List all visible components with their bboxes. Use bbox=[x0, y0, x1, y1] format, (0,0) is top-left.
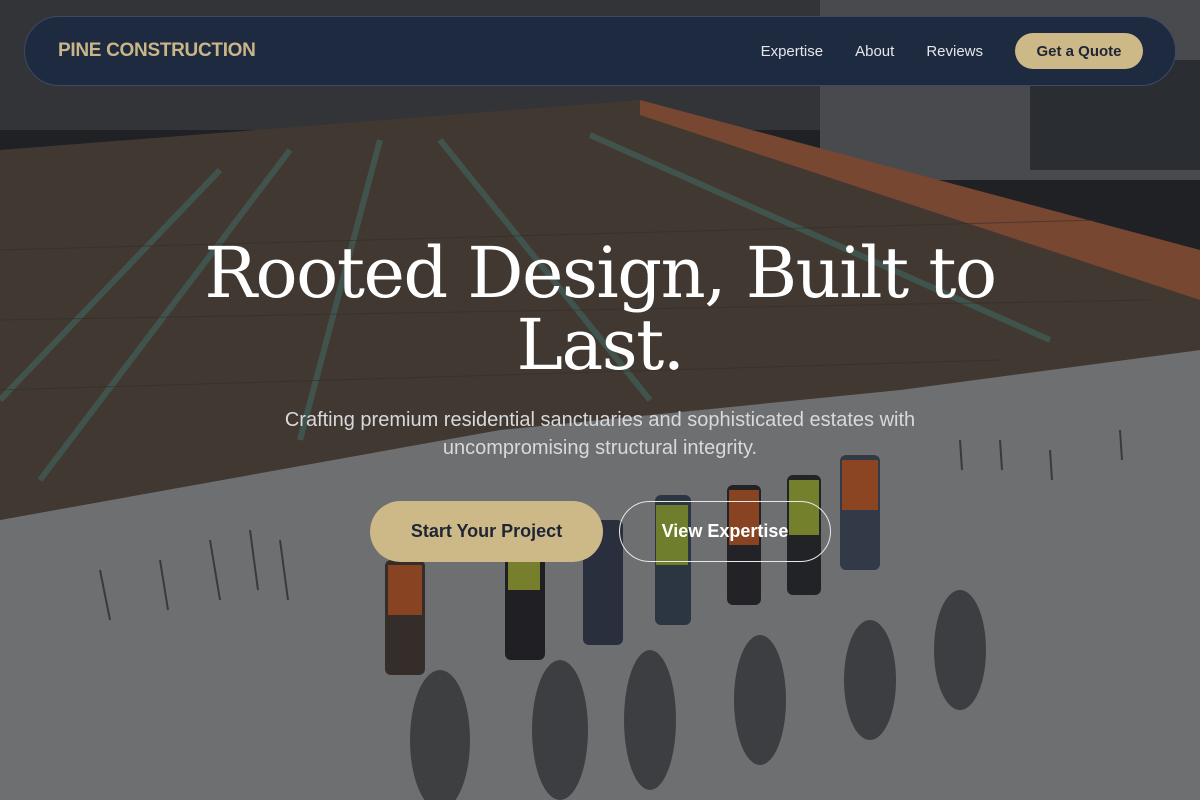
hero-background-image bbox=[0, 0, 1200, 800]
get-quote-button[interactable]: Get a Quote bbox=[1015, 33, 1143, 69]
start-project-button[interactable]: Start Your Project bbox=[370, 501, 603, 562]
nav-link-reviews[interactable]: Reviews bbox=[926, 43, 983, 60]
view-expertise-button[interactable]: View Expertise bbox=[619, 501, 831, 562]
hero-title: Rooted Design, Built to Last. bbox=[204, 232, 997, 386]
nav-link-expertise[interactable]: Expertise bbox=[761, 43, 824, 60]
hero-subtitle: Crafting premium residential sanctuaries… bbox=[284, 409, 916, 459]
brand-logo[interactable]: PINE CONSTRUCTION bbox=[58, 40, 256, 62]
navbar: PINE CONSTRUCTION Expertise About Review… bbox=[24, 16, 1176, 86]
hero-dark-overlay bbox=[0, 0, 1200, 800]
nav-link-about[interactable]: About bbox=[855, 43, 894, 60]
nav-links: Expertise About Reviews Get a Quote bbox=[761, 33, 1143, 69]
